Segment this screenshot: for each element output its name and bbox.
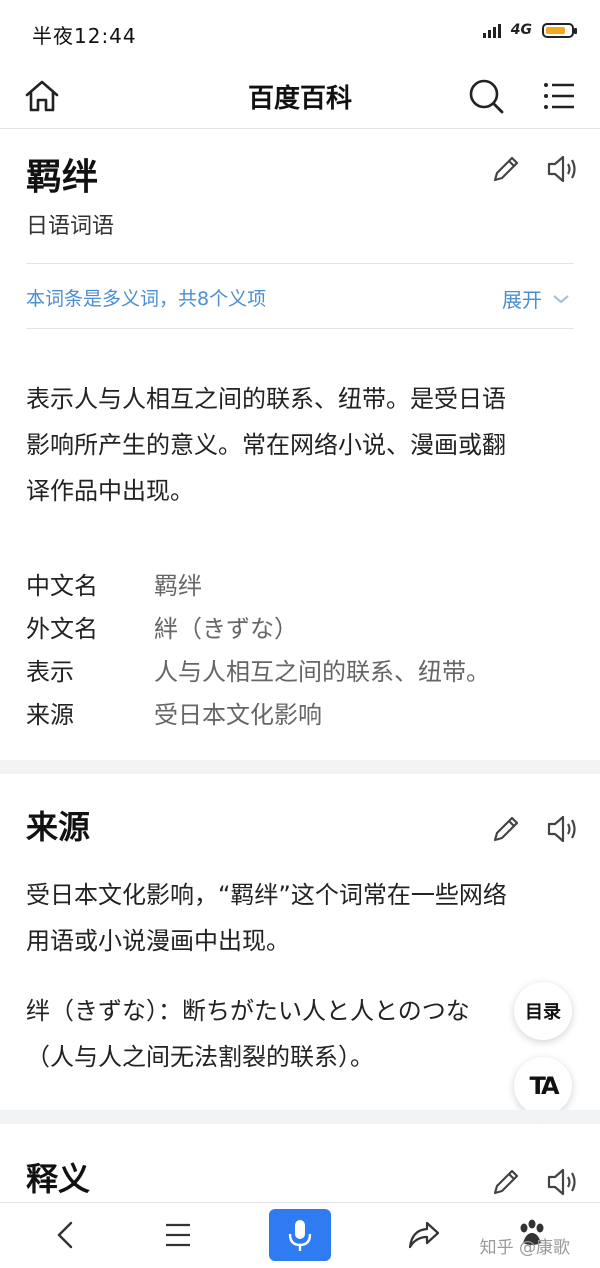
info-value: 受日本文化影响 <box>154 701 322 729</box>
entry-title: 羁绊 <box>26 157 99 198</box>
chevron-down-icon <box>553 294 569 303</box>
info-row: 表示 人与人相互之间的联系、纽带。 <box>26 648 490 691</box>
toc-button[interactable]: 目录 <box>514 982 572 1040</box>
status-indicators: 4G <box>482 22 577 38</box>
paragraph-line: （人与人之间无法割裂的联系）。 <box>26 1043 374 1071</box>
paragraph-line: 用语或小说漫画中出现。 <box>26 927 290 955</box>
audio-icon[interactable] <box>545 1165 579 1199</box>
battery-icon <box>542 22 577 38</box>
origin-paragraph: 绊（きずな）：断ちがたい人と人とのつな （人与人之间无法割裂的联系）。 <box>26 988 574 1080</box>
menu-icon[interactable] <box>540 76 580 116</box>
expand-button[interactable]: 展开 <box>502 284 570 313</box>
info-key: 外文名 <box>26 615 98 643</box>
section-title-origin: 来源 <box>26 808 91 846</box>
info-key: 表示 <box>26 658 74 686</box>
edit-icon[interactable] <box>489 1165 523 1199</box>
info-row: 来源 受日本文化影响 <box>26 691 490 734</box>
page-title: 百度百科 <box>247 84 352 114</box>
polysemy-note[interactable]: 本词条是多义词，共8个义项 <box>26 284 266 311</box>
audio-icon[interactable] <box>545 812 579 846</box>
info-value: 羁绊 <box>154 572 202 600</box>
app-header: 百度百科 <box>0 62 600 129</box>
info-key: 来源 <box>26 701 74 729</box>
info-key: 中文名 <box>26 572 98 600</box>
share-icon[interactable] <box>404 1215 444 1255</box>
entry-summary: 表示人与人相互之间的联系、纽带。是受日语 影响所产生的意义。常在网络小说、漫画或… <box>26 376 574 514</box>
summary-line: 影响所产生的意义。常在网络小说、漫画或翻 <box>26 431 506 459</box>
toc-label: 目录 <box>525 1002 561 1023</box>
summary-line: 表示人与人相互之间的联系、纽带。是受日语 <box>26 385 506 413</box>
edit-icon[interactable] <box>489 152 523 186</box>
info-box: 中文名 羁绊 外文名 絆（きずな） 表示 人与人相互之间的联系、纽带。 来源 受… <box>26 562 490 734</box>
status-time: 半夜12:44 <box>32 24 137 48</box>
section-separator <box>0 1110 600 1124</box>
info-row: 中文名 羁绊 <box>26 562 490 605</box>
audio-icon[interactable] <box>545 152 579 186</box>
paragraph-line: 绊（きずな）：断ちがたい人と人とのつな <box>26 997 470 1025</box>
divider <box>26 328 574 329</box>
voice-search-button[interactable] <box>269 1209 331 1261</box>
info-value: 絆（きずな） <box>154 615 298 643</box>
text-size-label: TA <box>529 1072 559 1100</box>
entry-subtitle: 日语词语 <box>26 214 115 239</box>
section-title-meaning: 释义 <box>26 1160 91 1198</box>
info-value: 人与人相互之间的联系、纽带。 <box>154 658 490 686</box>
origin-paragraph: 受日本文化影响，“羁绊”这个词常在一些网络 用语或小说漫画中出现。 <box>26 872 574 964</box>
divider <box>26 263 574 264</box>
list-icon[interactable] <box>158 1215 198 1255</box>
search-icon[interactable] <box>466 76 506 116</box>
edit-icon[interactable] <box>489 812 523 846</box>
expand-label: 展开 <box>502 288 542 312</box>
network-type: 4G <box>510 22 532 38</box>
back-icon[interactable] <box>46 1215 86 1255</box>
text-size-button[interactable]: TA <box>514 1057 572 1115</box>
watermark: 知乎 @康歌 <box>479 1238 570 1258</box>
bottom-toolbar: 知乎 @康歌 <box>0 1202 600 1268</box>
paragraph-line: 受日本文化影响，“羁绊”这个词常在一些网络 <box>26 881 507 909</box>
info-row: 外文名 絆（きずな） <box>26 605 490 648</box>
section-separator <box>0 760 600 774</box>
mic-icon <box>288 1220 312 1251</box>
signal-icon <box>482 22 501 38</box>
summary-line: 译作品中出现。 <box>26 477 194 505</box>
